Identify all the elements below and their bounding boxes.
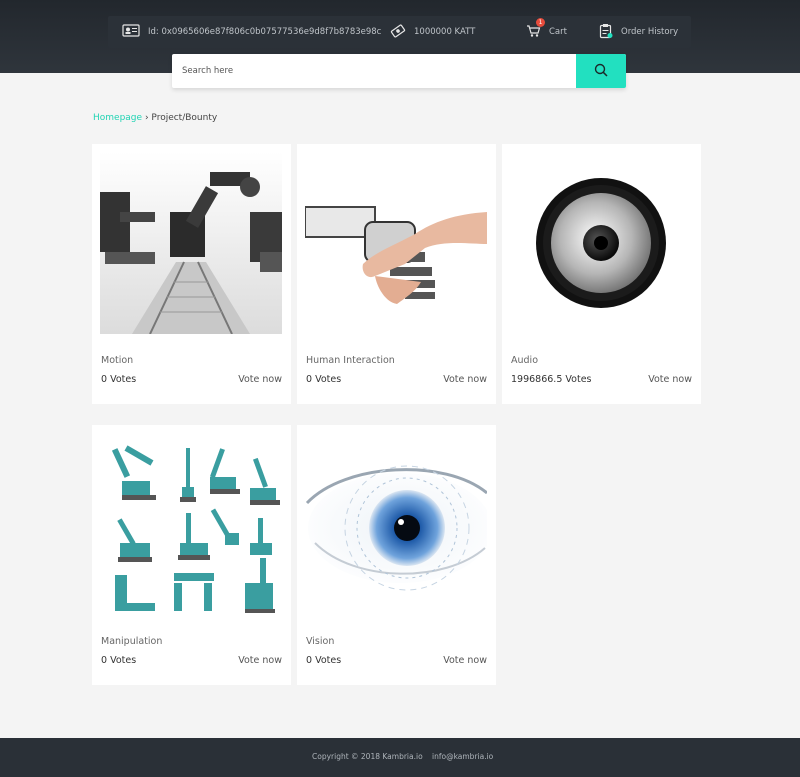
balance: 1000000 KATT	[390, 16, 475, 48]
cart-icon: 1	[526, 17, 545, 41]
cart-link[interactable]: 1 Cart	[526, 16, 567, 48]
search-bar	[172, 54, 626, 88]
search-input[interactable]	[172, 54, 576, 88]
breadcrumb-home[interactable]: Homepage	[93, 113, 142, 123]
project-title: Human Interaction	[306, 355, 395, 366]
project-card-vision[interactable]: Vision 0 Votes Vote now	[297, 425, 496, 685]
breadcrumb-current: Project/Bounty	[151, 113, 218, 123]
project-title: Manipulation	[101, 636, 163, 647]
cart-label: Cart	[549, 27, 567, 37]
project-image-vision	[305, 433, 487, 615]
search-icon	[594, 62, 608, 81]
breadcrumb: Homepage › Project/Bounty	[93, 113, 217, 123]
project-title: Vision	[306, 636, 335, 647]
balance-text: 1000000 KATT	[414, 27, 476, 37]
footer: Copyright © 2018 Kambria.io info@kambria…	[0, 738, 800, 777]
project-title: Motion	[101, 355, 134, 366]
vote-now-button[interactable]: Vote now	[443, 655, 487, 666]
project-image-human-interaction	[305, 152, 487, 334]
project-card-manipulation[interactable]: Manipulation 0 Votes Vote now	[92, 425, 291, 685]
breadcrumb-separator: ›	[144, 113, 149, 123]
search-button[interactable]	[576, 54, 626, 88]
vote-now-button[interactable]: Vote now	[238, 374, 282, 385]
vote-now-button[interactable]: Vote now	[443, 374, 487, 385]
account-id: Id: 0x0965606e87f806c0b07577536e9d8f7b87…	[122, 16, 381, 48]
order-history-link[interactable]: Order History	[599, 16, 678, 48]
project-title: Audio	[511, 355, 539, 366]
top-navbar-inner: Id: 0x0965606e87f806c0b07577536e9d8f7b87…	[108, 16, 691, 48]
cart-count-badge: 1	[536, 17, 545, 27]
account-id-text: Id: 0x0965606e87f806c0b07577536e9d8f7b87…	[148, 27, 382, 37]
vote-count: 0 Votes	[101, 655, 137, 666]
clipboard-icon	[599, 23, 613, 42]
vote-count: 1996866.5 Votes	[511, 374, 592, 385]
project-image-audio	[510, 152, 692, 334]
vote-now-button[interactable]: Vote now	[648, 374, 692, 385]
project-card-motion[interactable]: Motion 0 Votes Vote now	[92, 144, 291, 404]
vote-now-button[interactable]: Vote now	[238, 655, 282, 666]
vote-count: 0 Votes	[306, 655, 342, 666]
id-card-icon	[122, 24, 140, 40]
project-image-motion	[100, 152, 282, 334]
token-icon	[390, 23, 406, 42]
order-history-label: Order History	[621, 27, 679, 37]
vote-count: 0 Votes	[306, 374, 342, 385]
project-card-human-interaction[interactable]: Human Interaction 0 Votes Vote now	[297, 144, 496, 404]
footer-copyright: Copyright © 2018 Kambria.io	[312, 752, 423, 761]
footer-email-link[interactable]: info@kambria.io	[432, 752, 493, 761]
vote-count: 0 Votes	[101, 374, 137, 385]
project-image-manipulation	[100, 433, 282, 615]
project-card-audio[interactable]: Audio 1996866.5 Votes Vote now	[502, 144, 701, 404]
